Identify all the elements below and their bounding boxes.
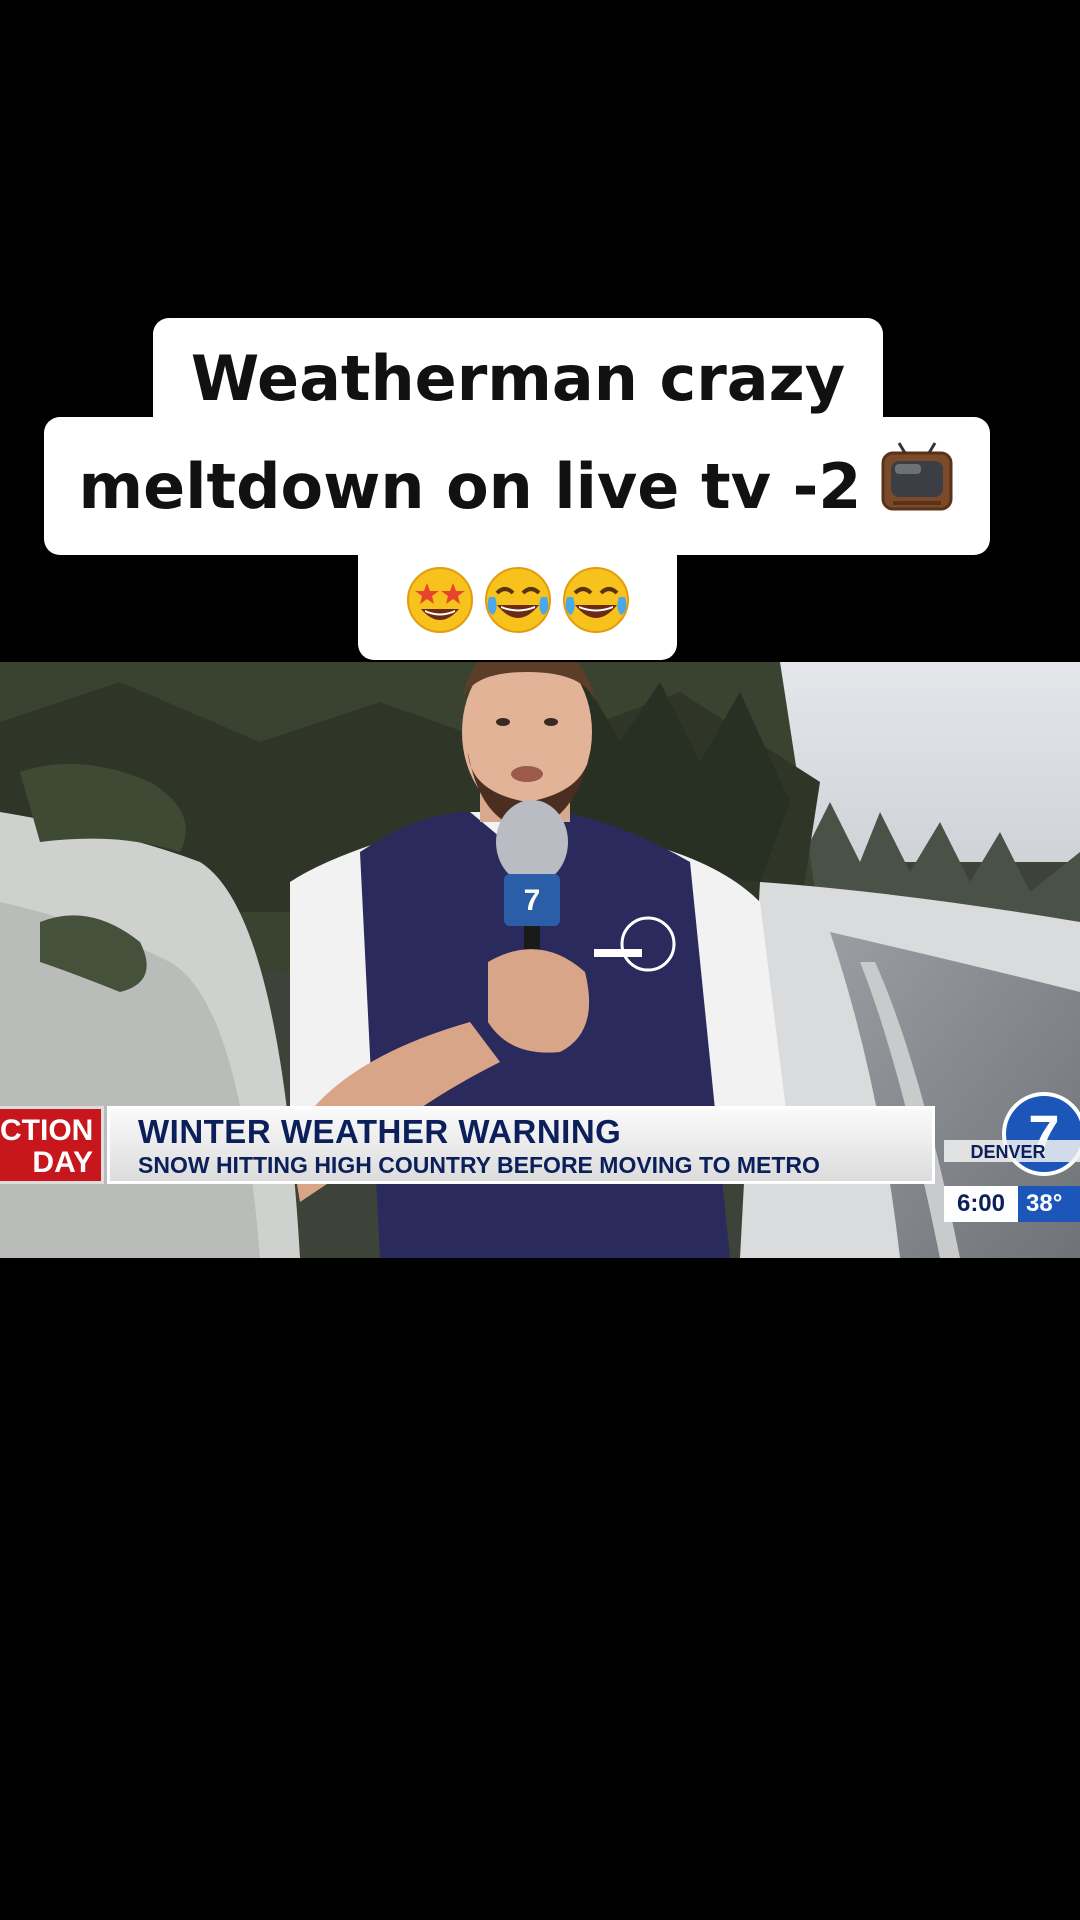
caption-line-3 <box>358 540 677 660</box>
time-temperature-bug: 6:00 38° <box>944 1186 1080 1222</box>
tears-of-joy-emoji-icon <box>484 567 551 633</box>
action-day-tag-line1: CTION <box>0 1114 94 1147</box>
clock-temperature: 38° <box>1018 1186 1080 1222</box>
action-day-tag-line2: DAY <box>32 1146 93 1179</box>
television-icon <box>879 441 955 532</box>
clock-time: 6:00 <box>944 1186 1018 1222</box>
star-struck-emoji-icon <box>406 567 473 633</box>
action-day-tag: CTION DAY <box>0 1106 104 1184</box>
svg-text:7: 7 <box>524 884 541 917</box>
tears-of-joy-emoji-icon-2 <box>562 567 629 633</box>
station-logo: 7 DENVER <box>944 1088 1080 1178</box>
caption-text-2: meltdown on live tv -2 <box>78 449 862 523</box>
headline: WINTER WEATHER WARNING <box>138 1113 622 1150</box>
caption-line-2: meltdown on live tv -2 <box>44 417 990 555</box>
caption-text-1: Weatherman crazy <box>190 341 846 415</box>
station-logo-text: DENVER <box>970 1142 1045 1162</box>
subheadline: SNOW HITTING HIGH COUNTRY BEFORE MOVING … <box>138 1152 820 1178</box>
lower-third-banner: WINTER WEATHER WARNING SNOW HITTING HIGH… <box>107 1106 935 1184</box>
